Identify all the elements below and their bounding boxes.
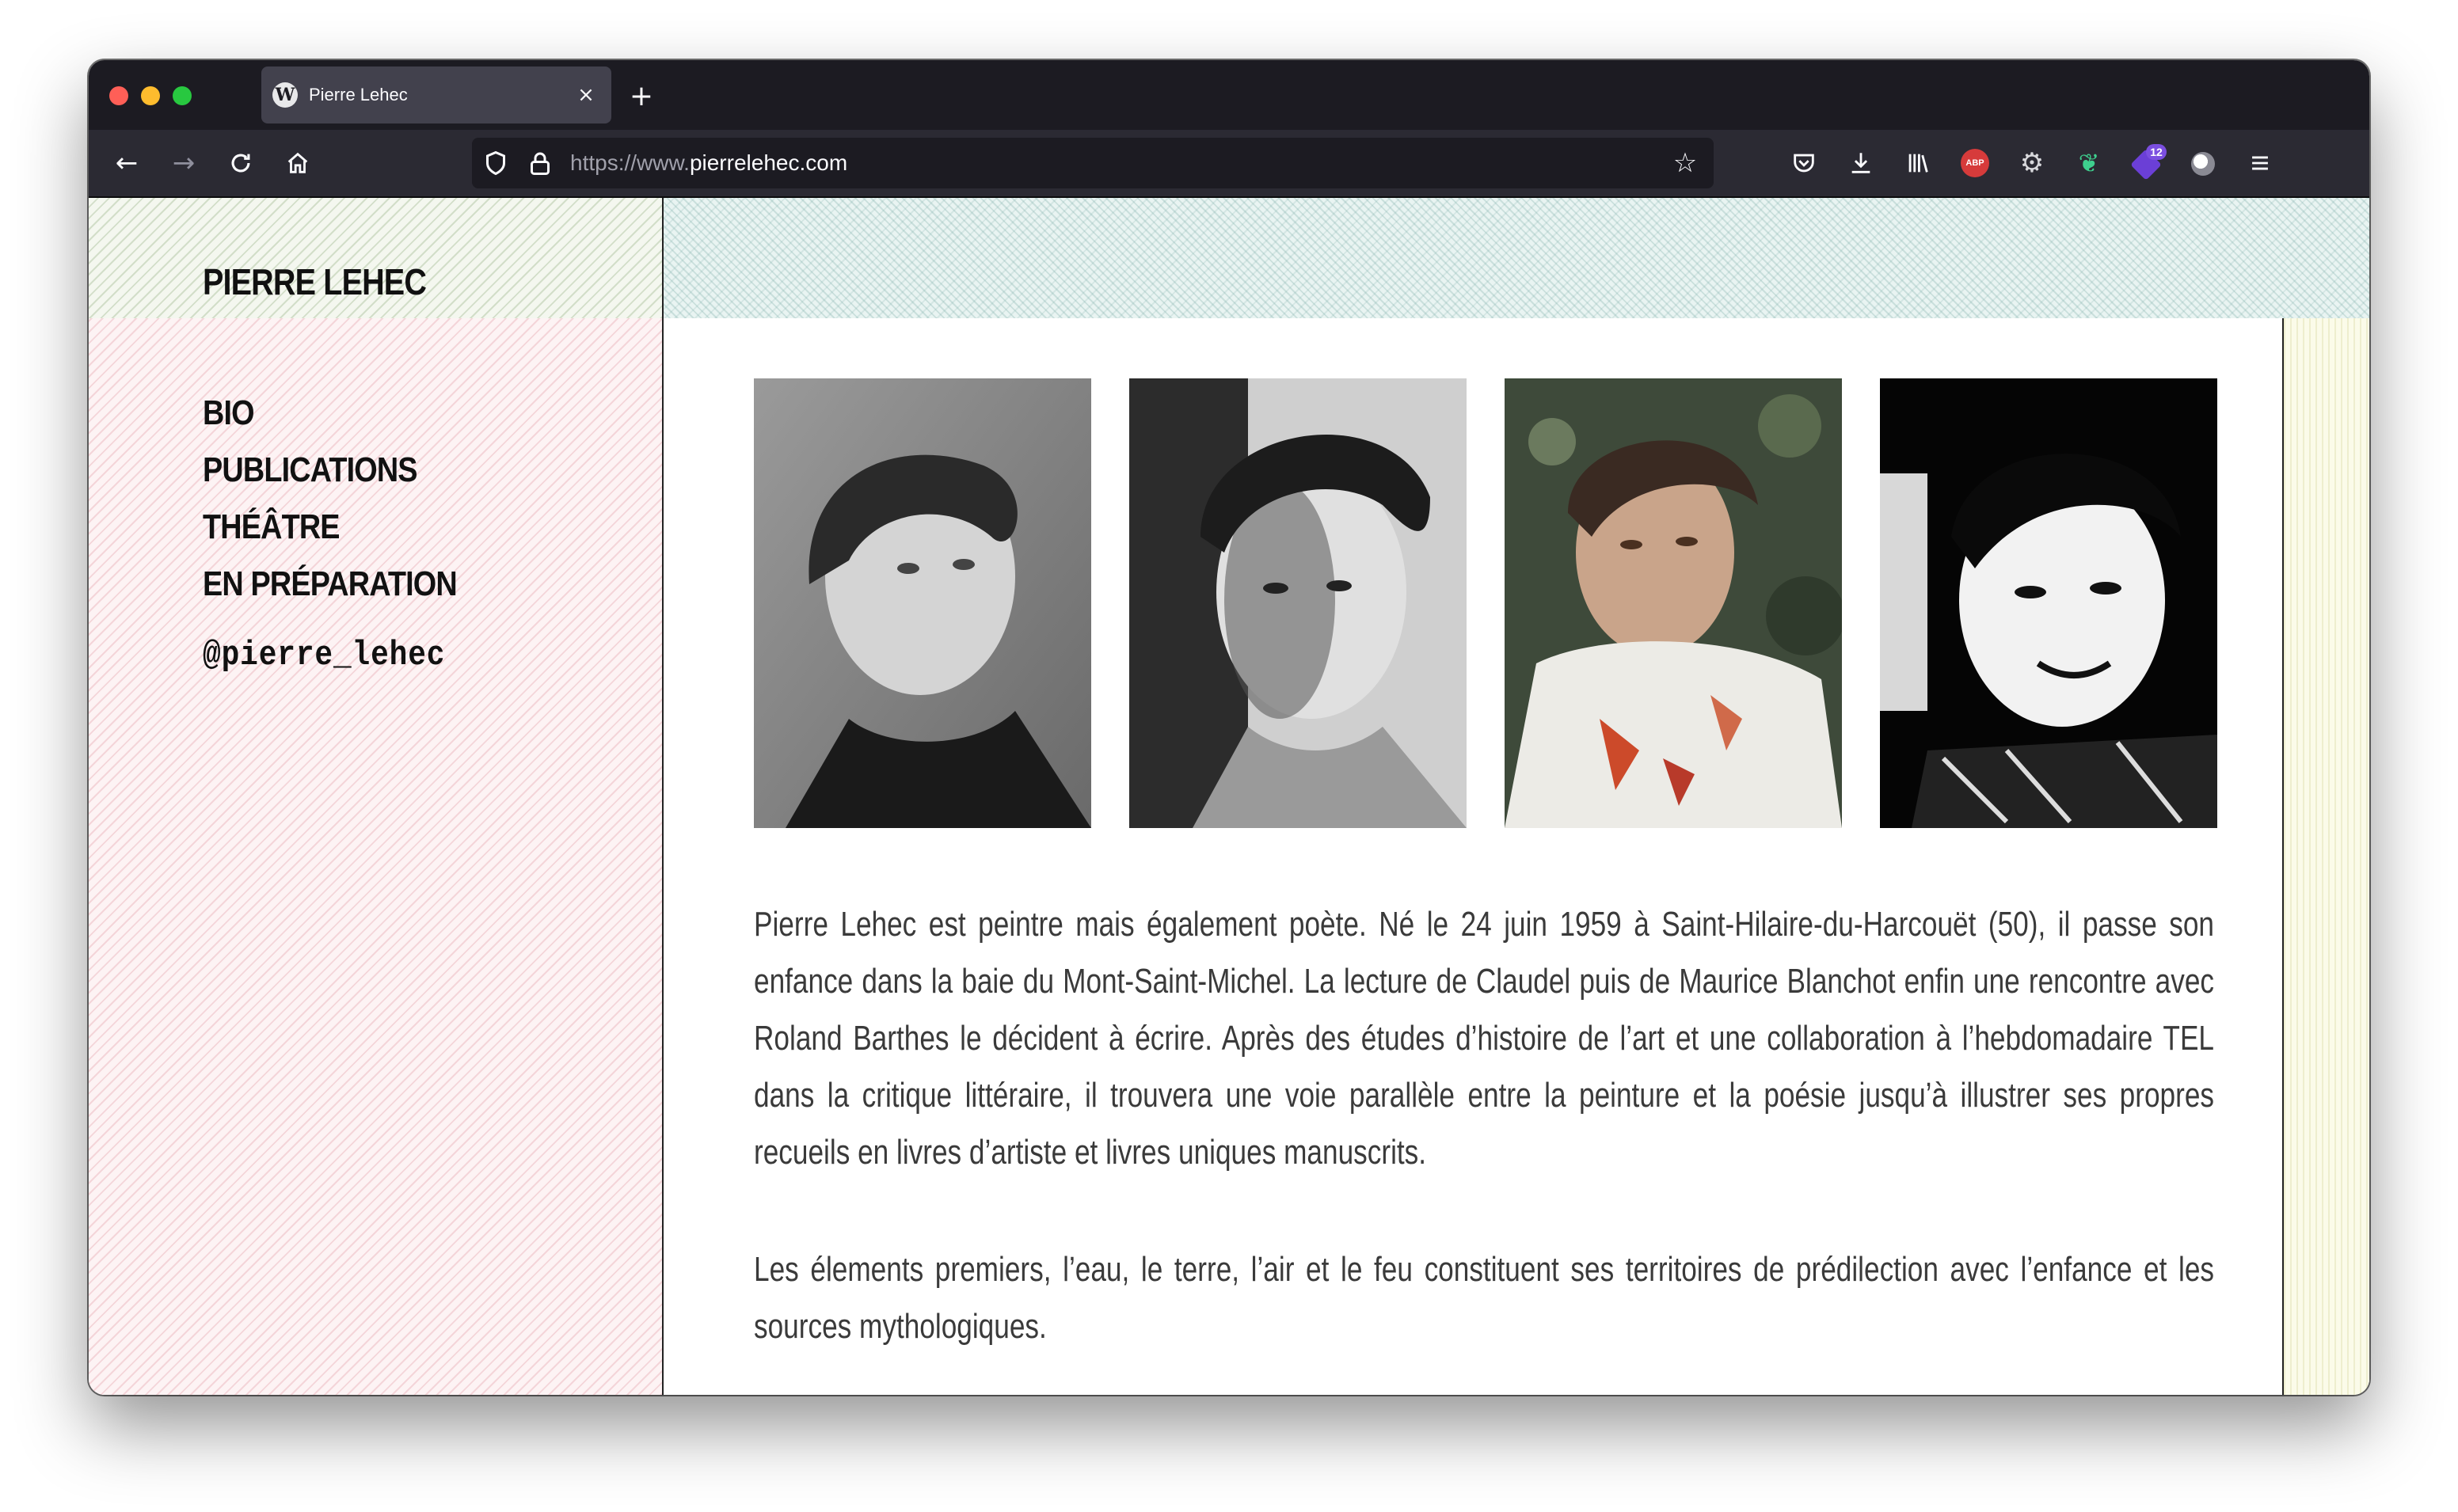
bio-paragraph-2: Les élements premiers, l’eau, le terre, … (754, 1241, 2214, 1355)
downloads-button[interactable] (1840, 142, 1882, 184)
right-decorative-stripe (2282, 318, 2369, 1395)
zoom-window-button[interactable] (173, 86, 192, 105)
bookmark-star-icon[interactable]: ☆ (1669, 147, 1701, 179)
navigation-bar: ← → https://www.pierrelehec.com ☆ ABP ⚙ … (89, 130, 2369, 198)
download-icon (1851, 153, 1870, 173)
tab-strip: W Pierre Lehec × + (89, 60, 2369, 130)
bio-paragraph-2-text: Les élements premiers, l’eau, le terre, … (754, 1250, 2214, 1346)
forward-button[interactable]: → (165, 144, 203, 182)
home-icon (287, 152, 308, 173)
ghost-icon (2191, 152, 2215, 176)
url-domain: pierrelehec.com (689, 150, 848, 175)
settings-extension-button[interactable]: ⚙ (2011, 142, 2053, 184)
reload-button[interactable] (222, 144, 260, 182)
adblock-plus-icon: ABP (1961, 149, 1989, 177)
library-button[interactable] (1897, 142, 1939, 184)
main-menu: BIO PUBLICATIONS THÉÂTRE EN PRÉPARATION (203, 385, 498, 613)
home-button[interactable] (279, 144, 317, 182)
app-menu-button[interactable] (2239, 142, 2281, 184)
site-title[interactable]: PIERRE LEHEC (203, 260, 427, 304)
tracking-protection-shield-icon[interactable] (481, 149, 510, 177)
tab-pierre-lehec[interactable]: W Pierre Lehec × (261, 66, 611, 123)
main-content: Pierre Lehec est peintre mais également … (664, 318, 2282, 1395)
tab-title: Pierre Lehec (309, 85, 408, 104)
address-bar[interactable]: https://www.pierrelehec.com ☆ (472, 138, 1714, 188)
menu-item-bio[interactable]: BIO (203, 385, 457, 442)
lock-icon[interactable] (526, 149, 554, 177)
menu-item-theatre[interactable]: THÉÂTRE (203, 499, 457, 556)
sprout-icon: ❦ (2078, 148, 2100, 178)
portrait-photo-3 (1505, 378, 1842, 828)
menu-item-en-preparation[interactable]: EN PRÉPARATION (203, 556, 458, 613)
sprout-extension-button[interactable]: ❦ (2068, 142, 2110, 184)
portrait-photo-2 (1129, 378, 1467, 828)
hamburger-menu-icon (2252, 156, 2268, 170)
web-page: PIERRE LEHEC BIO PUBLICATIONS THÉÂTRE EN… (89, 198, 2369, 1395)
library-icon (1908, 154, 1928, 173)
browser-window: W Pierre Lehec × + ← → https://www.pierr… (89, 60, 2369, 1395)
sidebar: BIO PUBLICATIONS THÉÂTRE EN PRÉPARATION … (89, 318, 664, 1395)
pocket-icon (1794, 154, 1814, 173)
url-text[interactable]: https://www.pierrelehec.com (570, 150, 847, 176)
extension-badge-count: 12 (2146, 144, 2167, 160)
portrait-photo-4 (1880, 378, 2217, 828)
portrait-photo-1 (754, 378, 1091, 828)
close-window-button[interactable] (109, 86, 128, 105)
brand-box: PIERRE LEHEC (89, 198, 664, 318)
back-button[interactable]: ← (108, 144, 146, 182)
ghost-extension-button[interactable] (2182, 142, 2224, 184)
adblock-plus-button[interactable]: ABP (1954, 142, 1996, 184)
url-prefix: https://www. (570, 150, 690, 175)
close-tab-icon[interactable]: × (570, 79, 602, 111)
wordpress-icon: W (272, 82, 298, 108)
badge-extension-button[interactable]: 12 (2125, 142, 2167, 184)
site-header: PIERRE LEHEC (89, 198, 2369, 320)
menu-item-publications[interactable]: PUBLICATIONS (203, 442, 457, 499)
pocket-button[interactable] (1783, 142, 1824, 184)
social-handle-link[interactable]: @pierre_lehec (203, 633, 445, 678)
bio-paragraph-1: Pierre Lehec est peintre mais également … (754, 896, 2214, 1181)
new-tab-button[interactable]: + (624, 79, 659, 114)
gear-icon: ⚙ (2019, 147, 2045, 179)
reload-icon (231, 154, 250, 173)
bio-paragraph-1-text: Pierre Lehec est peintre mais également … (754, 905, 2214, 1172)
minimize-window-button[interactable] (141, 86, 160, 105)
